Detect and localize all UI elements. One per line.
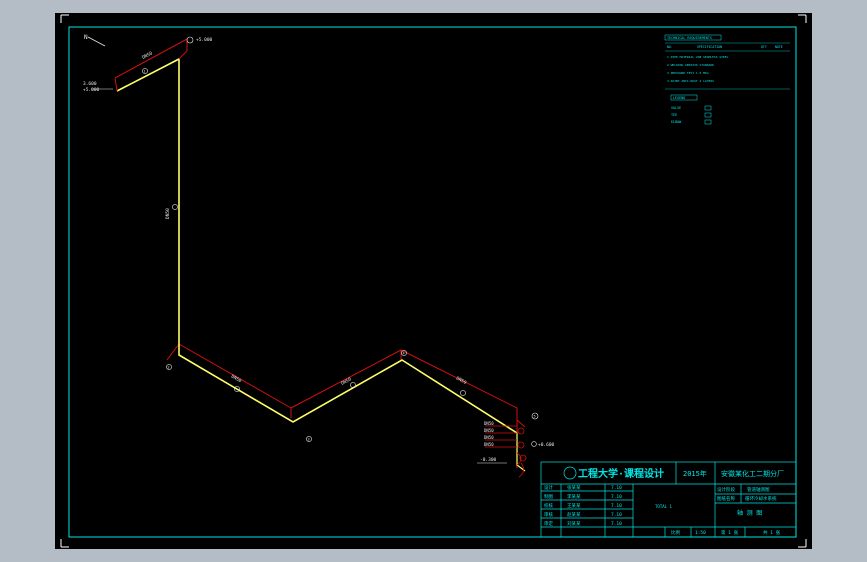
sign-name-3: 王某某 <box>567 503 581 509</box>
drawing-canvas: N DN50 DN50 DN50 DN50 3.600 +5.000 +5.00… <box>60 14 807 548</box>
sheet-number: 第 1 张 <box>721 529 739 536</box>
sign-role-5: 审定 <box>544 520 553 527</box>
legend-title: LEGEND <box>673 96 685 100</box>
legend-1: VALVE <box>671 106 681 110</box>
north-mark-label: N <box>84 34 88 41</box>
cad-viewport[interactable]: N DN50 DN50 DN50 DN50 3.600 +5.000 +5.00… <box>55 13 812 549</box>
north-mark: N <box>84 34 106 47</box>
elev-bottom: -0.300 <box>480 457 497 463</box>
node-top-marker <box>186 36 194 44</box>
sheet-total: 共 1 张 <box>763 529 781 536</box>
sign-date-5: 7.10 <box>611 521 622 527</box>
title-block-text: 工程大学·课程设计 2015年 安徽某化工二期分厂 设计阶段 管道轴测图 图纸名… <box>544 467 784 536</box>
elev-left-note: +5.000 <box>83 87 100 93</box>
sign-name-2: 李某某 <box>567 493 581 500</box>
notes-header-2: SPECIFICATION <box>697 45 722 49</box>
sheet-name-label: 图纸名称 <box>717 495 735 502</box>
drawing-name: 轴 测 图 <box>737 509 762 517</box>
sign-date-4: 7.10 <box>611 512 622 518</box>
legend-3: ELBOW <box>671 120 682 124</box>
pipe-size-r3: DN50 <box>455 375 468 386</box>
pipe-size-top: DN50 <box>141 50 154 60</box>
sign-name-1: 张某某 <box>567 484 581 491</box>
notes-header-1: NO. <box>667 45 673 49</box>
valve-label-2: DN50 <box>484 428 494 433</box>
sign-name-4: 赵某某 <box>567 511 581 518</box>
stage-label: 设计阶段 <box>717 486 735 493</box>
sign-date-3: 7.10 <box>611 503 622 509</box>
elev-left: 3.600 <box>83 81 97 87</box>
sign-date-2: 7.10 <box>611 494 622 500</box>
node-5: 5 <box>534 415 536 419</box>
node-3: 3 <box>308 438 310 442</box>
valve-cluster <box>485 425 527 478</box>
elev-top: +5.000 <box>196 37 213 43</box>
notes-table: TECHNICAL REQUIREMENTS NO. SPECIFICATION… <box>664 34 790 125</box>
drawing-frame <box>68 26 797 538</box>
sheet-name-value: 循环冷却水系统 <box>745 495 777 502</box>
pipe-shadow <box>114 38 518 468</box>
node-r2-marker <box>350 382 356 388</box>
node-4: 4 <box>403 352 405 356</box>
project-name: 安徽某化工二期分厂 <box>721 469 784 478</box>
annotations: 3.600 +5.000 +5.000 DN50 1 DN50 2 DN50 3… <box>83 36 555 464</box>
sign-date-1: 7.10 <box>611 485 622 491</box>
node-1: 1 <box>144 70 146 74</box>
school-logo-icon <box>563 466 577 480</box>
valve-label-1: DN50 <box>484 421 494 426</box>
valve-label-3: DN50 <box>484 435 494 440</box>
legend-2: TEE <box>671 113 677 117</box>
sign-role-2: 制图 <box>544 493 553 500</box>
scale-label: 比例 <box>671 529 680 536</box>
school-name: 工程大学·课程设计 <box>578 467 664 480</box>
pipe-size-r1: DN50 <box>230 374 243 385</box>
sign-role-4: 审核 <box>544 511 553 518</box>
drawing-year: 2015年 <box>683 469 707 478</box>
elev-right: +0.600 <box>538 442 555 448</box>
stamp-text: TOTAL 1 <box>655 504 672 509</box>
pipe-size-r2: DN50 <box>340 376 353 387</box>
notes-header-3: QTY <box>761 45 767 49</box>
pipe-links <box>114 50 526 428</box>
notes-line-1: 1 PIPE MATERIAL 20# SEAMLESS STEEL <box>667 55 729 59</box>
valve-labels: DN50 DN50 DN50 DN50 <box>484 421 494 447</box>
notes-line-4: 4 PAINT ANTI-RUST 2 LAYERS <box>667 79 714 83</box>
notes-line-3: 3 PRESSURE TEST 1.5 MPa <box>667 71 709 75</box>
elev-right-marker <box>531 441 537 447</box>
pipe-size-mid: DN50 <box>165 208 171 219</box>
valve-label-4: DN50 <box>484 442 494 447</box>
stage-value: 管道轴测图 <box>747 486 770 493</box>
pipe-drop <box>516 433 526 472</box>
scale-value: 1:50 <box>695 530 706 536</box>
node-r3-marker <box>460 390 466 396</box>
notes-line-2: 2 WELDING GB50236 STANDARD <box>667 63 714 67</box>
sign-role-1: 设计 <box>544 484 553 491</box>
notes-title: TECHNICAL REQUIREMENTS <box>667 36 712 40</box>
sign-name-5: 刘某某 <box>567 520 581 527</box>
node-2: 2 <box>168 366 170 370</box>
notes-header-4: NOTE <box>775 45 783 49</box>
sign-role-3: 校核 <box>544 502 553 509</box>
node-vert-marker <box>172 204 178 210</box>
